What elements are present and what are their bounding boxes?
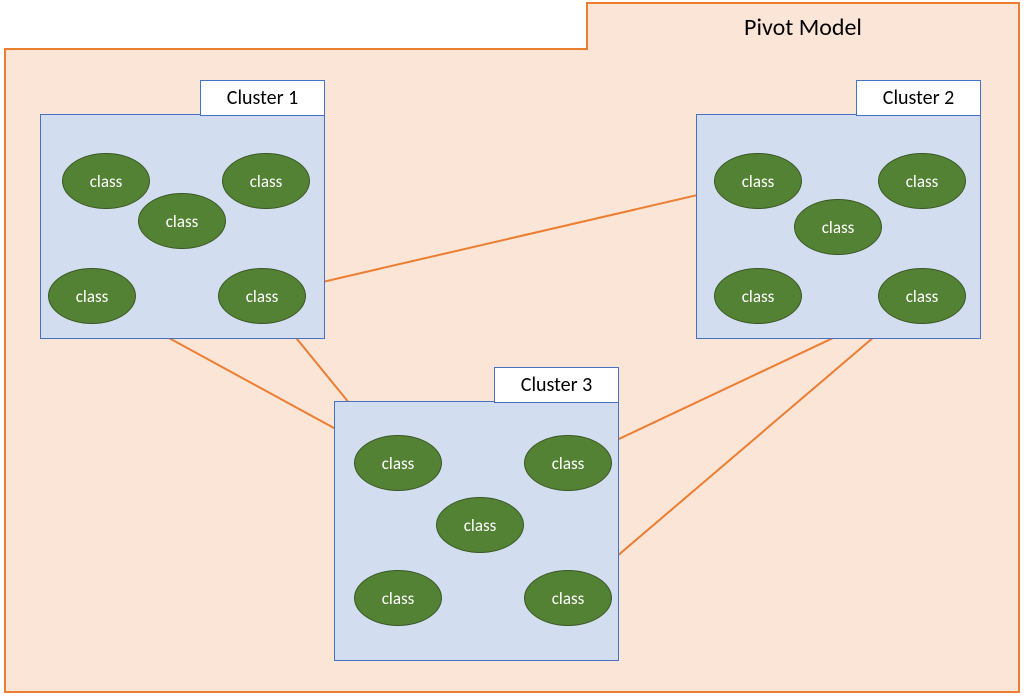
class-node: class	[524, 570, 612, 626]
class-node: class	[878, 268, 966, 324]
class-node: class	[794, 199, 882, 255]
class-node: class	[354, 570, 442, 626]
class-node: class	[524, 435, 612, 491]
class-node: class	[218, 268, 306, 324]
class-node: class	[138, 193, 226, 249]
class-node: class	[354, 435, 442, 491]
class-node: class	[436, 497, 524, 553]
class-node: class	[714, 268, 802, 324]
class-node: class	[222, 153, 310, 209]
pivot-model-title: Pivot Model	[586, 2, 1020, 50]
cluster1-label: Cluster 1	[200, 80, 325, 116]
cluster3-label: Cluster 3	[494, 367, 619, 403]
class-node: class	[48, 268, 136, 324]
cluster2-label: Cluster 2	[856, 80, 981, 116]
diagram-stage: Pivot Model Cluster 1classclassclassclas…	[0, 0, 1024, 697]
class-node: class	[878, 153, 966, 209]
class-node: class	[62, 153, 150, 209]
class-node: class	[714, 153, 802, 209]
